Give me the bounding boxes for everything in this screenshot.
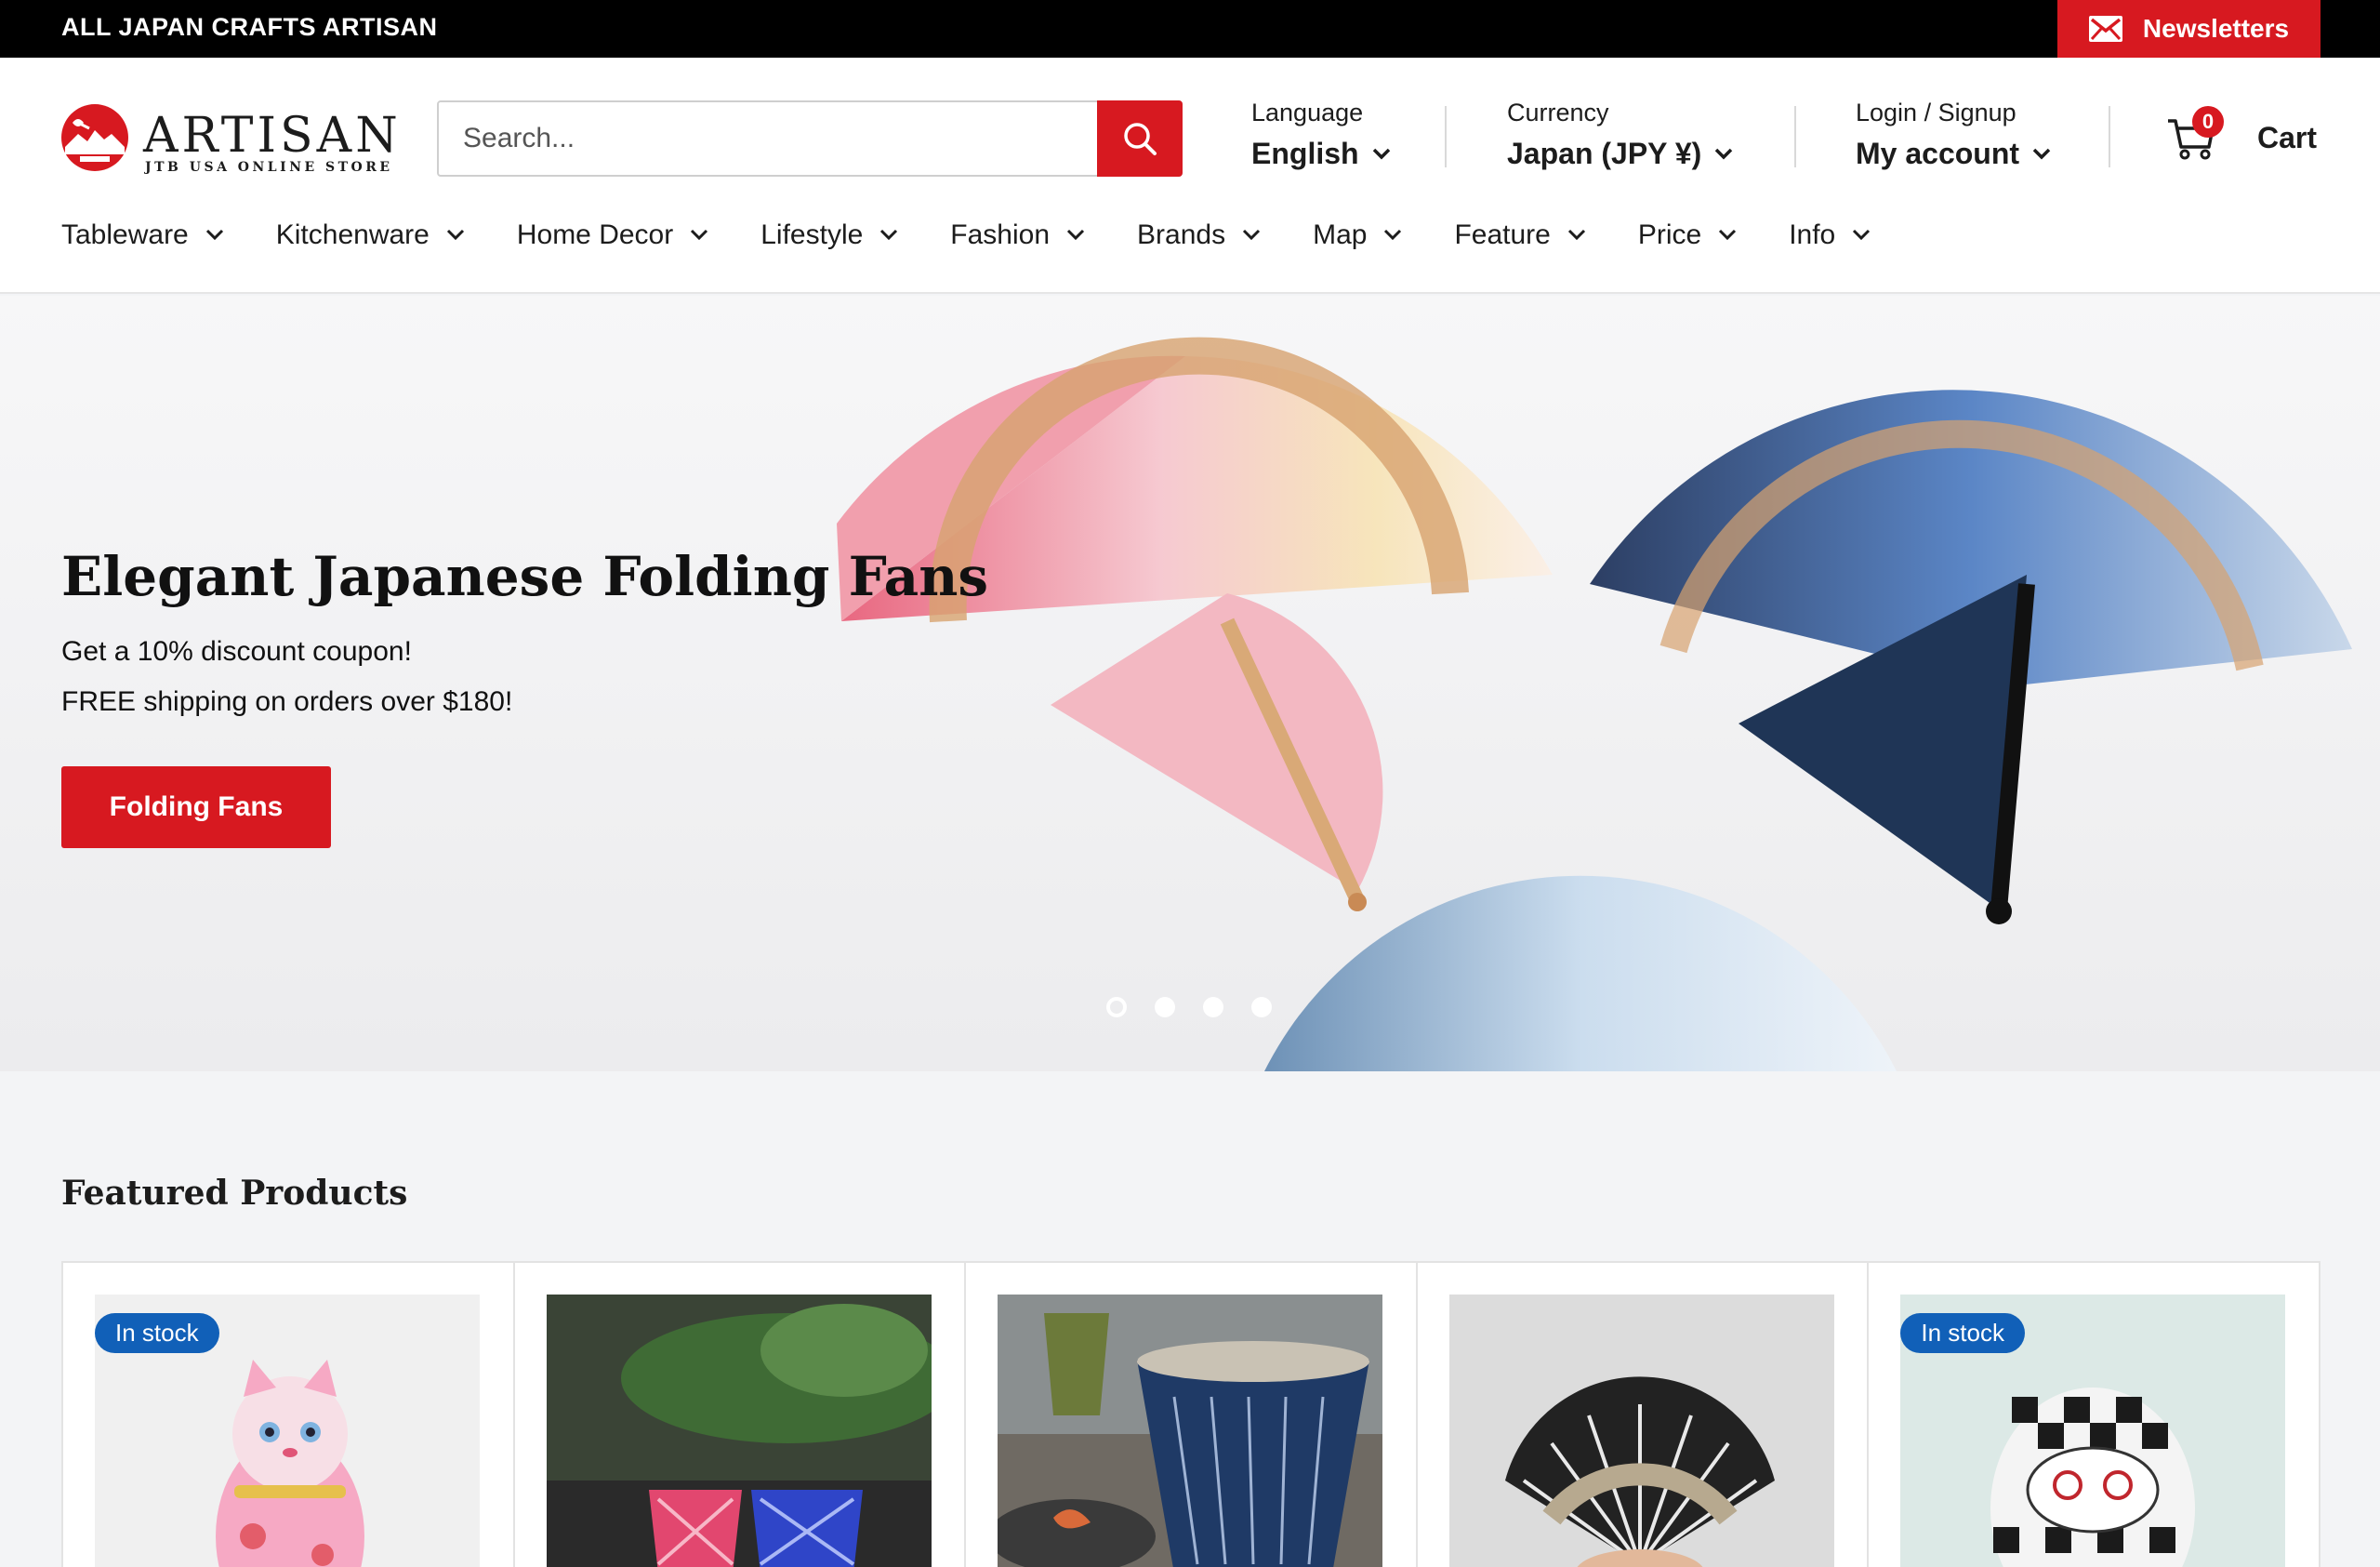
slide-dot-3[interactable] [1203, 997, 1223, 1017]
currency-label: Currency [1507, 99, 1609, 126]
site-header: ARTISAN JTB USA ONLINE STORE Language En… [0, 58, 2380, 294]
nav-label: Brands [1137, 219, 1226, 250]
slide-dot-4[interactable] [1251, 997, 1272, 1017]
currency-value: Japan (JPY ¥) [1507, 137, 1702, 170]
chevron-down-icon [880, 229, 898, 241]
nav-feature[interactable]: Feature [1454, 219, 1585, 251]
search-input[interactable] [439, 102, 1099, 175]
nav-label: Map [1313, 219, 1368, 250]
chevron-down-icon [1567, 229, 1585, 241]
nav-label: Kitchenware [275, 219, 430, 250]
nav-brands[interactable]: Brands [1137, 219, 1261, 251]
chevron-down-icon [1372, 148, 1390, 159]
chevron-down-icon [1243, 229, 1261, 241]
hero-shipping-text: FREE shipping on orders over $180! [61, 686, 513, 717]
product-card[interactable]: In stock [1869, 1263, 2319, 1567]
product-card[interactable] [1418, 1263, 1870, 1567]
announcement-bar: ALL JAPAN CRAFTS ARTISAN Newsletters [0, 0, 2380, 58]
hero-discount-text: Get a 10% discount coupon! [61, 636, 412, 667]
nav-label: Lifestyle [760, 219, 864, 250]
account-selector[interactable]: Login / Signup My account [1856, 99, 2051, 171]
folding-fans-button[interactable]: Folding Fans [61, 766, 331, 848]
newsletter-button[interactable]: Newsletters [2057, 0, 2320, 58]
product-card[interactable] [966, 1263, 1418, 1567]
chevron-down-icon [205, 229, 223, 241]
mail-icon [2088, 16, 2122, 42]
nav-label: Tableware [61, 219, 189, 250]
chevron-down-icon [1719, 229, 1737, 241]
chevron-down-icon [1066, 229, 1085, 241]
logo-wordmark: ARTISAN [143, 108, 402, 164]
chevron-down-icon [1853, 229, 1871, 241]
language-value: English [1251, 137, 1359, 170]
cart-label: Cart [2257, 120, 2318, 154]
nav-label: Info [1789, 219, 1836, 250]
hero-banner[interactable]: Elegant Japanese Folding Fans Get a 10% … [0, 296, 2380, 1071]
main-navigation: Tableware Kitchenware Home Decor Lifesty… [61, 219, 1923, 251]
chevron-down-icon [691, 229, 708, 241]
nav-info[interactable]: Info [1789, 219, 1871, 251]
slider-dots [1106, 997, 1272, 1017]
header-divider [1445, 106, 1447, 167]
in-stock-badge: In stock [95, 1313, 219, 1353]
search-icon [1124, 123, 1157, 155]
login-signup-label: Login / Signup [1856, 99, 2016, 126]
nav-kitchenware[interactable]: Kitchenware [276, 219, 465, 251]
nav-label: Feature [1454, 219, 1551, 250]
logo-subtitle: JTB USA ONLINE STORE [145, 160, 393, 175]
nav-map[interactable]: Map [1313, 219, 1402, 251]
nav-label: Home Decor [516, 219, 674, 250]
product-card[interactable] [515, 1263, 967, 1567]
chevron-down-icon [446, 229, 464, 241]
currency-selector[interactable]: Currency Japan (JPY ¥) [1507, 99, 1733, 171]
kiriko-glasses-image [546, 1295, 932, 1567]
black-folding-fan-image [1448, 1295, 1834, 1567]
cart-button[interactable]: 0 Cart [2166, 106, 2318, 167]
chevron-down-icon [1715, 148, 1733, 159]
nav-lifestyle[interactable]: Lifestyle [760, 219, 898, 251]
nav-fashion[interactable]: Fashion [950, 219, 1085, 251]
featured-products-title: Featured Products [61, 1174, 408, 1213]
hero-title: Elegant Japanese Folding Fans [61, 545, 989, 608]
nav-label: Fashion [950, 219, 1051, 250]
logo-mark-icon [61, 104, 128, 171]
chevron-down-icon [2032, 148, 2051, 159]
search-bar [437, 100, 1183, 177]
nav-tableware[interactable]: Tableware [61, 219, 224, 251]
my-account-value: My account [1856, 137, 2020, 170]
folding-fans-image [837, 337, 2352, 1071]
newsletter-label: Newsletters [2142, 14, 2290, 43]
cart-count-badge: 0 [2192, 106, 2224, 138]
language-label: Language [1251, 99, 1364, 126]
search-button[interactable] [1097, 100, 1183, 177]
featured-products-grid: In stock In stock [61, 1261, 2320, 1567]
slide-dot-2[interactable] [1155, 997, 1175, 1017]
cart-icon-wrap: 0 [2166, 106, 2224, 164]
nav-price[interactable]: Price [1638, 219, 1737, 251]
artisan-logo[interactable]: ARTISAN JTB USA ONLINE STORE [60, 102, 398, 177]
slide-dot-1[interactable] [1106, 997, 1127, 1017]
header-divider [1794, 106, 1796, 167]
language-selector[interactable]: Language English [1251, 99, 1391, 171]
in-stock-badge: In stock [1900, 1313, 2025, 1353]
announcement-text: ALL JAPAN CRAFTS ARTISAN [61, 13, 438, 41]
blue-ceramic-cup-image [998, 1295, 1383, 1567]
nav-label: Price [1637, 219, 1702, 250]
nav-home-decor[interactable]: Home Decor [517, 219, 708, 251]
header-divider [2109, 106, 2110, 167]
chevron-down-icon [1384, 229, 1402, 241]
product-card[interactable]: In stock [63, 1263, 515, 1567]
